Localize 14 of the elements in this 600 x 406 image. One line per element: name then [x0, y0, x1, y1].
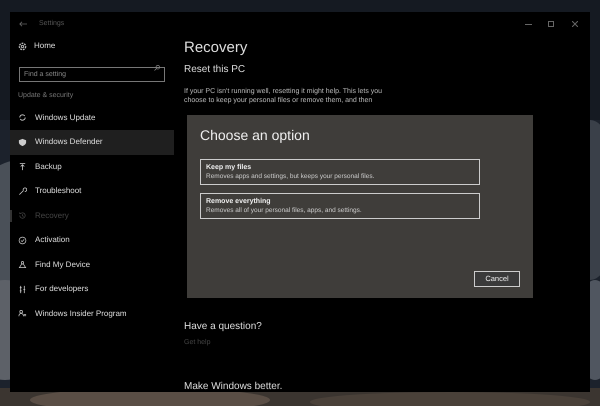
question-heading: Have a question? [184, 320, 263, 334]
dialog-title: Choose an option [200, 126, 311, 145]
sidebar-item[interactable]: Find My Device [10, 252, 174, 277]
sidebar-item[interactable]: Windows Update [10, 106, 174, 130]
section-heading: Reset this PC [184, 63, 246, 77]
sidebar-item[interactable]: Activation [10, 228, 174, 252]
footer-heading: Make Windows better. [184, 380, 284, 394]
sidebar-item[interactable]: For developers [10, 277, 174, 302]
sidebar-item[interactable]: Windows Defender [10, 130, 174, 154]
home-link[interactable]: Home [34, 40, 56, 52]
sidebar-item[interactable]: Troubleshoot [10, 179, 174, 204]
page-title: Recovery [184, 39, 248, 57]
sidebar-item[interactable]: Windows Insider Program [10, 302, 174, 326]
sidebar-item[interactable]: Backup [10, 154, 174, 179]
